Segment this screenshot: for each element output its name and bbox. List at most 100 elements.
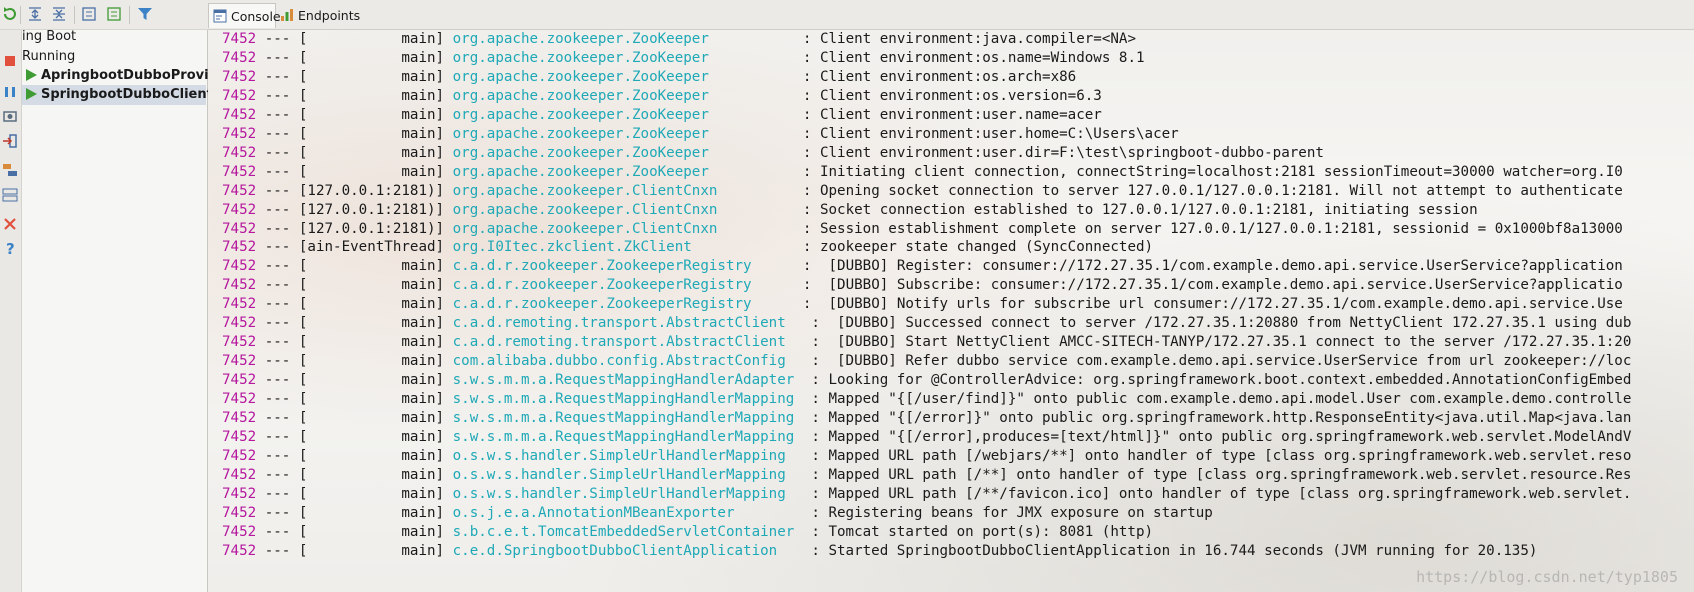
log-logger[interactable]: o.s.w.s.handler.SimpleUrlHandlerMapping [453,486,812,502]
log-logger[interactable]: c.a.d.r.zookeeper.ZookeeperRegistry [453,296,803,312]
log-separator: --- [ [256,49,308,66]
log-logger[interactable]: org.apache.zookeeper.ZooKeeper [453,88,803,104]
tree-node-app[interactable]: ApringbootDubboProvide [26,66,227,86]
toolbar-separator [20,6,21,24]
log-pid: 7452 [222,220,257,237]
pause-icon[interactable] [2,84,18,100]
group-by-type-icon[interactable] [106,6,122,22]
log-logger[interactable]: org.apache.zookeeper.ZooKeeper [453,145,803,161]
log-message: : Tomcat started on port(s): 8081 (http) [811,523,1154,540]
log-thread: main] [307,334,453,351]
log-thread: main] [307,87,453,104]
tree-node-running[interactable]: Running [22,47,75,67]
log-logger[interactable]: o.s.w.s.handler.SimpleUrlHandlerMapping [453,448,812,464]
log-message: : Client environment:os.name=Windows 8.1 [802,49,1145,66]
tree-node-label: ApringbootDubboProvide [41,68,227,83]
log-separator: --- [ [256,163,308,180]
expand-all-icon[interactable] [27,6,43,22]
log-logger[interactable]: o.s.j.e.a.AnnotationMBeanExporter [453,505,812,521]
log-pid: 7452 [222,258,257,275]
log-logger[interactable]: o.s.w.s.handler.SimpleUrlHandlerMapping [453,467,812,483]
log-line: 7452 --- [ main] c.a.d.r.zookeeper.Zooke… [222,295,1623,314]
log-logger[interactable]: c.a.d.r.zookeeper.ZookeeperRegistry [453,277,803,293]
tree-node-label: Running [22,49,76,64]
log-logger[interactable]: com.alibaba.dubbo.config.AbstractConfig [453,353,812,369]
log-line: 7452 --- [ main] s.b.c.e.t.TomcatEmbedde… [222,523,1153,542]
tree-node-app-selected[interactable]: SpringbootDubboClientAp [22,85,232,105]
camera-icon[interactable] [2,108,18,124]
log-thread: main] [307,49,453,66]
log-logger[interactable]: org.apache.zookeeper.ClientCnxn [453,202,803,218]
log-thread: main] [307,144,453,161]
log-logger[interactable]: org.apache.zookeeper.ClientCnxn [453,221,803,237]
log-pid: 7452 [222,31,257,47]
log-line: 7452 --- [ main] o.s.w.s.handler.SimpleU… [222,447,1631,466]
log-logger[interactable]: org.apache.zookeeper.ZooKeeper [453,31,803,47]
log-thread: main] [307,125,453,142]
log-logger[interactable]: org.apache.zookeeper.ZooKeeper [453,107,803,123]
collapse-all-icon[interactable] [51,6,67,22]
log-line: 7452 --- [ main] org.apache.zookeeper.Zo… [222,49,1145,68]
log-separator: --- [ [256,258,308,275]
log-logger[interactable]: org.apache.zookeeper.ZooKeeper [453,126,803,142]
log-logger[interactable]: c.a.d.remoting.transport.AbstractClient [453,334,812,350]
login-icon[interactable] [2,133,18,149]
log-message: : Client environment:java.compiler=<NA> [802,31,1136,47]
layout-icon[interactable] [2,162,18,178]
log-logger[interactable]: org.apache.zookeeper.ClientCnxn [453,183,803,199]
log-message: : Started SpringbootDubboClientApplicati… [811,542,1538,559]
log-message: : [DUBBO] Register: consumer://172.27.35… [802,258,1623,275]
run-icon [26,87,37,100]
log-logger[interactable]: c.a.d.remoting.transport.AbstractClient [453,315,812,331]
log-pid: 7452 [222,315,257,332]
log-logger[interactable]: s.b.c.e.t.TomcatEmbeddedServletContainer [453,524,812,540]
log-logger[interactable]: org.apache.zookeeper.ZooKeeper [453,164,803,180]
console-output[interactable]: 7452 --- [ main] org.apache.zookeeper.Zo… [208,30,1694,592]
tab-label: Console [231,9,281,24]
log-thread: main] [307,258,453,275]
log-logger[interactable]: s.w.s.m.m.a.RequestMappingHandlerMapping [453,429,812,445]
stop-icon[interactable] [2,53,18,69]
grid-icon[interactable] [2,187,18,203]
log-thread: 127.0.0.1:2181)] [307,182,453,199]
log-separator: --- [ [256,334,308,351]
group-icon[interactable] [81,6,97,22]
log-pid: 7452 [222,144,257,161]
log-separator: --- [ [256,31,308,47]
log-logger[interactable]: s.w.s.m.m.a.RequestMappingHandlerMapping [453,391,812,407]
close-icon[interactable] [2,216,18,232]
log-logger[interactable]: org.I0Itec.zkclient.ZkClient [453,239,803,255]
log-pid: 7452 [222,410,257,426]
log-line: 7452 --- [ain-EventThread] org.I0Itec.zk… [222,238,1153,257]
log-line: 7452 --- [ main] org.apache.zookeeper.Zo… [222,30,1136,49]
log-logger[interactable]: org.apache.zookeeper.ZooKeeper [453,69,803,85]
log-logger[interactable]: org.apache.zookeeper.ZooKeeper [453,50,803,66]
log-message: : Mapped "{[/error]}" onto public org.sp… [811,410,1632,426]
log-line: 7452 --- [127.0.0.1:2181)] org.apache.zo… [222,182,1623,201]
log-separator: --- [ [256,106,308,123]
log-thread: main] [307,315,453,332]
tab-endpoints[interactable]: Endpoints [276,3,360,28]
toolbar-separator [74,6,75,24]
log-pid: 7452 [222,391,257,408]
help-icon[interactable]: ? [2,240,18,256]
log-logger[interactable]: s.w.s.m.m.a.RequestMappingHandlerMapping [453,410,812,426]
tab-console[interactable]: Console [208,3,281,28]
rerun-icon[interactable] [2,6,18,22]
log-separator: --- [ [256,220,308,237]
log-message: : Session establishment complete on serv… [802,220,1623,237]
log-line: 7452 --- [ main] o.s.j.e.a.AnnotationMBe… [222,504,1213,523]
log-thread: main] [307,372,453,389]
log-thread: main] [307,542,453,559]
log-logger[interactable]: s.w.s.m.m.a.RequestMappingHandlerAdapter [453,372,812,388]
endpoints-icon [280,8,294,22]
tree-node-spring-boot[interactable]: ing Boot [22,27,76,47]
filter-icon[interactable] [137,6,153,22]
log-message: : Client environment:os.arch=x86 [802,68,1077,85]
toolbar-separator [129,6,130,24]
log-thread: main] [307,504,453,521]
log-logger[interactable]: c.a.d.r.zookeeper.ZookeeperRegistry [453,258,803,274]
log-separator: --- [ [256,542,308,559]
log-thread: 127.0.0.1:2181)] [307,220,453,237]
log-logger[interactable]: c.e.d.SpringbootDubboClientApplication [453,543,812,559]
